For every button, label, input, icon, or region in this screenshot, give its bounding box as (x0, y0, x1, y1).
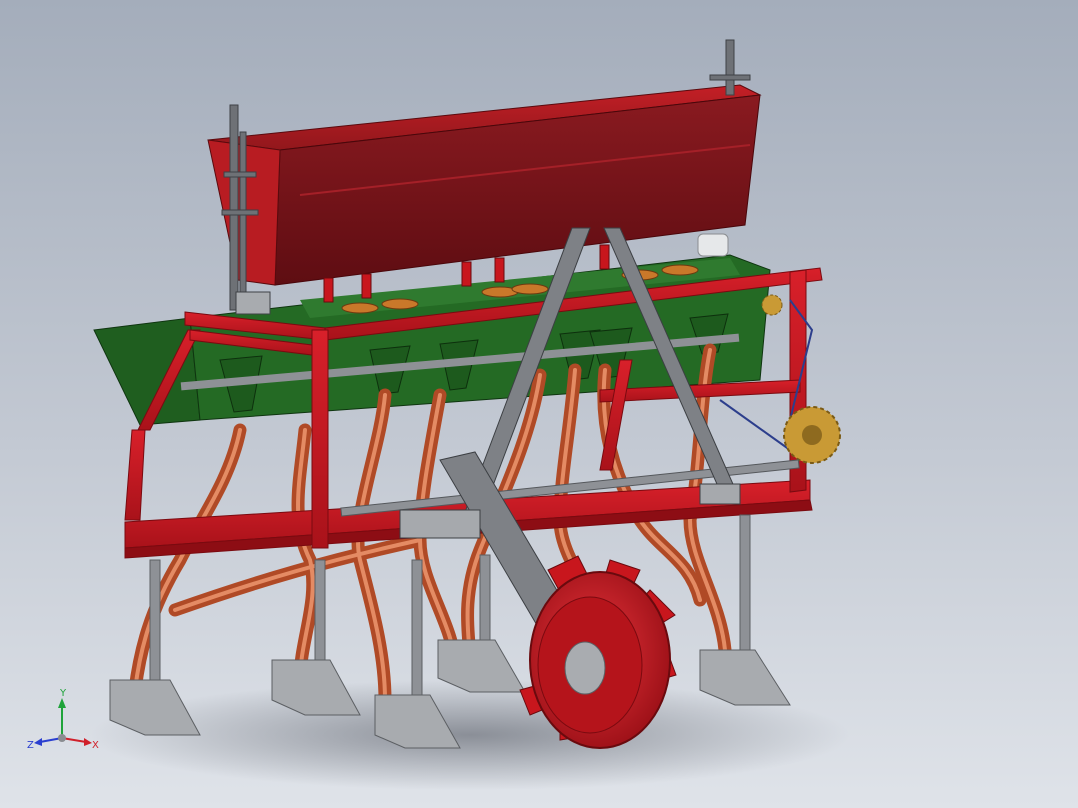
z-axis-label: Z (27, 740, 34, 751)
view-orientation-triad[interactable]: Y X Z (26, 684, 106, 754)
x-axis-label: X (92, 740, 99, 751)
y-arrow-icon (58, 698, 66, 708)
seed-drill-model[interactable] (0, 0, 1078, 808)
x-arrow-icon (84, 738, 92, 746)
y-axis-label: Y (59, 688, 67, 699)
z-arrow-icon (34, 738, 42, 746)
triad-origin (58, 734, 66, 742)
cad-viewport[interactable]: Y X Z (0, 0, 1078, 808)
